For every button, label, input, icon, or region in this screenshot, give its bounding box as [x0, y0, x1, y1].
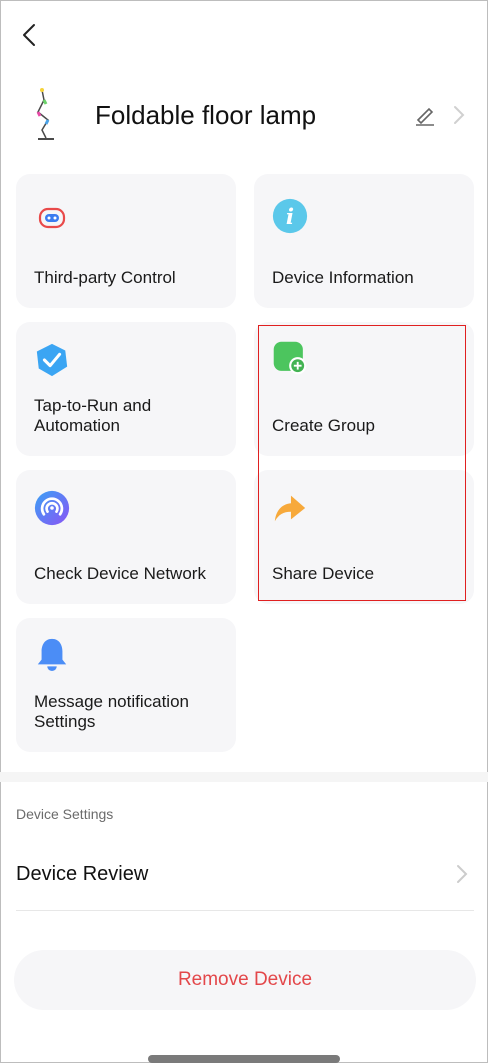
card-label: Device Information: [272, 268, 414, 287]
home-indicator[interactable]: [148, 1055, 340, 1063]
bell-icon: [34, 636, 70, 672]
network-icon: [34, 490, 70, 526]
chevron-left-icon: [23, 24, 35, 46]
info-icon: i: [272, 198, 308, 234]
remove-device-label: Remove Device: [177, 969, 313, 990]
remove-device-button[interactable]: Remove Device: [14, 950, 476, 1010]
back-button[interactable]: [14, 18, 44, 52]
device-review-row[interactable]: Device Review: [16, 846, 474, 911]
card-share-device[interactable]: Share Device: [254, 470, 474, 604]
device-header: Foldable floor lamp: [28, 86, 478, 146]
device-name: Foldable floor lamp: [95, 100, 317, 130]
card-check-device-network[interactable]: Check Device Network: [16, 470, 236, 604]
card-third-party-control[interactable]: Third-party Control: [16, 174, 236, 308]
card-tap-to-run-automation[interactable]: Tap-to-Run and Automation: [16, 322, 236, 456]
card-device-information[interactable]: i Device Information: [254, 174, 474, 308]
section-divider: [0, 772, 488, 782]
card-label: Tap-to-Run and Automation: [34, 396, 152, 435]
floor-lamp-icon: [36, 88, 54, 140]
edit-pencil-icon[interactable]: [414, 104, 436, 126]
svg-text:i: i: [286, 205, 294, 230]
card-label: Message notification Settings: [34, 692, 189, 731]
create-group-icon: [272, 340, 308, 376]
card-message-notification-settings[interactable]: Message notification Settings: [16, 618, 236, 752]
share-arrow-icon: [272, 490, 308, 526]
card-label: Create Group: [272, 416, 375, 435]
device-settings-section-title: Device Settings: [16, 806, 114, 822]
chevron-right-icon[interactable]: [452, 104, 466, 126]
chevron-right-icon: [457, 865, 468, 883]
card-label: Check Device Network: [34, 564, 206, 583]
card-label: Share Device: [272, 564, 375, 583]
device-review-label: Device Review: [16, 863, 149, 885]
automation-check-icon: [34, 342, 70, 378]
card-label: Third-party Control: [34, 268, 176, 287]
card-create-group[interactable]: Create Group: [254, 322, 474, 456]
third-party-control-icon: [34, 200, 70, 236]
